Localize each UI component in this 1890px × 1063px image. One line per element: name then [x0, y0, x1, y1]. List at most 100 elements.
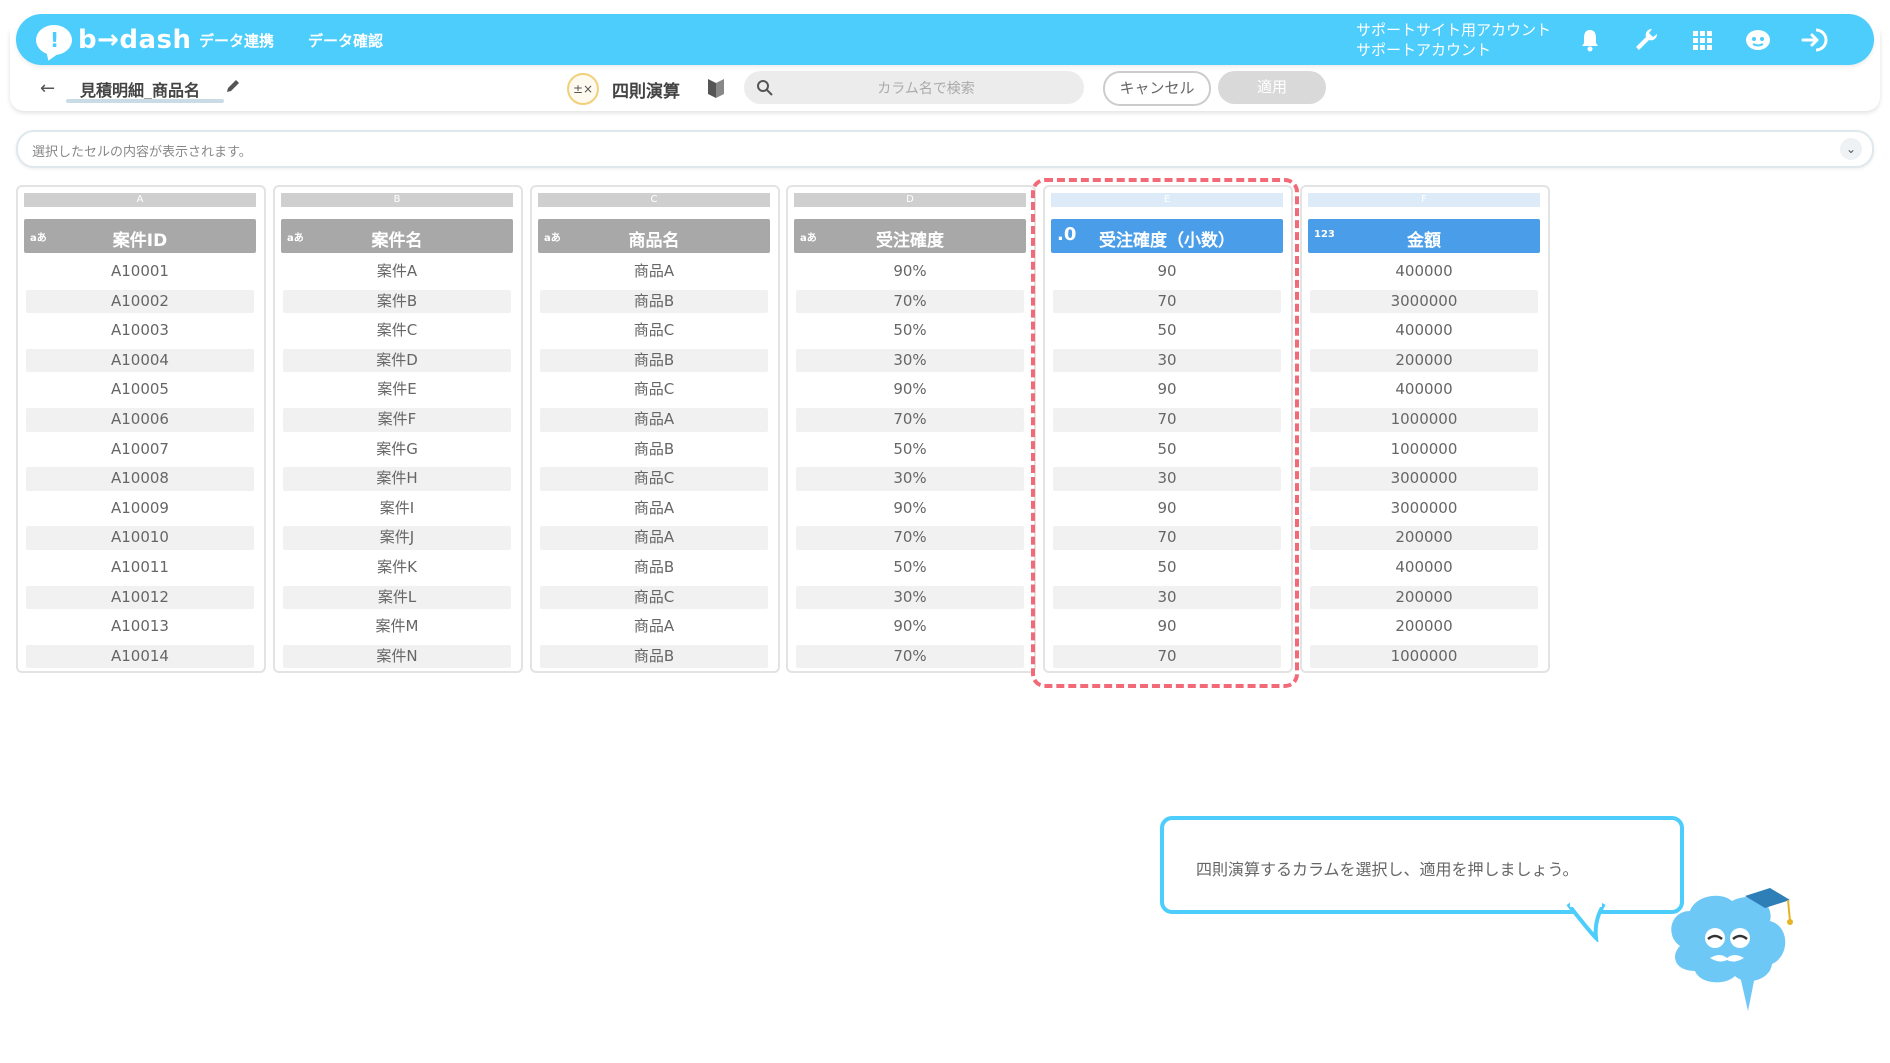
pencil-icon[interactable] — [224, 77, 242, 95]
table-cell[interactable]: 30% — [796, 348, 1024, 373]
table-cell[interactable]: 90% — [796, 497, 1024, 521]
table-cell[interactable]: 3000000 — [1310, 497, 1538, 521]
table-cell[interactable]: 案件G — [283, 438, 511, 462]
table-cell[interactable]: A10006 — [26, 407, 254, 432]
cell-content-bar[interactable]: 選択したセルの内容が表示されます。 ⌄ — [16, 130, 1874, 168]
table-cell[interactable]: 70% — [796, 289, 1024, 314]
table-cell[interactable]: 30% — [796, 585, 1024, 610]
table-cell[interactable]: 200000 — [1310, 526, 1538, 550]
table-cell[interactable]: A10001 — [26, 260, 254, 284]
table-cell[interactable]: 70% — [796, 644, 1024, 669]
table-cell[interactable]: A10010 — [26, 526, 254, 550]
table-cell[interactable]: 400000 — [1310, 556, 1538, 580]
cancel-button[interactable]: キャンセル — [1103, 71, 1211, 106]
table-cell[interactable]: 案件N — [283, 644, 511, 669]
wrench-icon[interactable] — [1630, 24, 1662, 56]
apps-grid-icon[interactable] — [1686, 24, 1718, 56]
apply-button[interactable]: 適用 — [1218, 71, 1326, 104]
table-cell[interactable]: A10009 — [26, 497, 254, 521]
table-cell[interactable]: 案件M — [283, 615, 511, 639]
table-cell[interactable]: 50% — [796, 319, 1024, 343]
table-cell[interactable]: 案件K — [283, 556, 511, 580]
table-cell[interactable]: 商品B — [540, 644, 768, 669]
column-a[interactable]: Aaあ 案件ID A10001 A10002 A10003 A10004 A10005 A10… — [16, 185, 266, 673]
column-f[interactable]: F 123 金額 400000 3000000 400000 200000 400000 100… — [1300, 185, 1550, 673]
column-header[interactable]: aあ 商品名 — [538, 219, 770, 253]
table-cell[interactable]: 案件F — [283, 407, 511, 432]
column-search[interactable] — [744, 71, 1084, 106]
search-icon — [757, 80, 773, 96]
table-cell[interactable]: A10013 — [26, 615, 254, 639]
table-cell[interactable]: 商品B — [540, 556, 768, 580]
table-cell[interactable]: 案件D — [283, 348, 511, 373]
table-cell[interactable]: A10005 — [26, 378, 254, 402]
table-cell[interactable]: 50% — [796, 556, 1024, 580]
bell-icon[interactable] — [1574, 24, 1606, 56]
table-cell[interactable]: 200000 — [1310, 585, 1538, 610]
table-cell[interactable]: 30% — [796, 467, 1024, 491]
table-cell[interactable]: 1000000 — [1310, 438, 1538, 462]
table-cell[interactable]: 案件E — [283, 378, 511, 402]
table-cell[interactable]: 商品C — [540, 378, 768, 402]
table-cell[interactable]: A10003 — [26, 319, 254, 343]
table-cell[interactable]: 商品A — [540, 615, 768, 639]
table-cell[interactable]: 商品B — [540, 438, 768, 462]
table-cell[interactable]: 商品A — [540, 407, 768, 432]
table-cell[interactable]: 案件C — [283, 319, 511, 343]
back-arrow-icon[interactable]: ← — [40, 78, 55, 99]
table-name[interactable]: 見積明細_商品名 — [80, 77, 200, 101]
table-cell[interactable]: A10008 — [26, 467, 254, 491]
table-cell[interactable]: 商品A — [540, 497, 768, 521]
table-cell[interactable]: A10004 — [26, 348, 254, 373]
table-cell[interactable]: 400000 — [1310, 319, 1538, 343]
nav-data-link[interactable]: データ連携 — [199, 30, 274, 51]
table-cell[interactable]: 商品A — [540, 260, 768, 284]
chevron-down-icon[interactable]: ⌄ — [1840, 138, 1862, 160]
table-cell[interactable]: A10011 — [26, 556, 254, 580]
table-cell[interactable]: 商品A — [540, 526, 768, 550]
table-cell[interactable]: 案件L — [283, 585, 511, 610]
table-cell[interactable]: 案件J — [283, 526, 511, 550]
table-cell[interactable]: 商品C — [540, 585, 768, 610]
table-cell[interactable]: 1000000 — [1310, 407, 1538, 432]
table-cell[interactable]: 70% — [796, 407, 1024, 432]
table-cell[interactable]: A10007 — [26, 438, 254, 462]
table-cell[interactable]: 200000 — [1310, 615, 1538, 639]
column-d[interactable]: Daあ 受注確度 90% 70% 50% 30% 90% 70% 50% 30% 90% 70% 50%… — [786, 185, 1036, 673]
table-cell[interactable]: 90% — [796, 260, 1024, 284]
beginner-mark-icon[interactable] — [706, 76, 726, 100]
table-cell[interactable]: 200000 — [1310, 348, 1538, 373]
table-cell[interactable]: 400000 — [1310, 378, 1538, 402]
account-info[interactable]: サポートサイト用アカウント サポートアカウント — [1356, 20, 1551, 60]
table-cell[interactable]: A10014 — [26, 644, 254, 669]
app-logo[interactable]: ! b→dash — [36, 23, 192, 57]
table-cell[interactable]: 商品C — [540, 319, 768, 343]
column-header[interactable]: aあ 案件ID — [24, 219, 256, 253]
column-c[interactable]: Caあ 商品名 商品A 商品B 商品C 商品B 商品C 商品A 商品B 商品C 商品A 商品A 商品B 商… — [530, 185, 780, 673]
table-cell[interactable]: 商品B — [540, 289, 768, 314]
table-cell[interactable]: 1000000 — [1310, 644, 1538, 669]
table-cell[interactable]: 50% — [796, 438, 1024, 462]
table-cell[interactable]: A10012 — [26, 585, 254, 610]
table-cell[interactable]: 案件I — [283, 497, 511, 521]
table-cell[interactable]: 案件H — [283, 467, 511, 491]
support-mascot-icon[interactable] — [1742, 24, 1774, 56]
column-header[interactable]: aあ 受注確度 — [794, 219, 1026, 253]
table-cell[interactable]: 90% — [796, 615, 1024, 639]
table-cell[interactable]: 案件A — [283, 260, 511, 284]
table-cell[interactable]: 案件B — [283, 289, 511, 314]
table-cell[interactable]: 商品B — [540, 348, 768, 373]
column-header[interactable]: aあ 案件名 — [281, 219, 513, 253]
table-cell[interactable]: 3000000 — [1310, 467, 1538, 491]
nav-data-check[interactable]: データ確認 — [308, 30, 383, 51]
table-cell[interactable]: A10002 — [26, 289, 254, 314]
column-header[interactable]: 123 金額 — [1308, 219, 1540, 253]
column-b[interactable]: Baあ 案件名 案件A 案件B 案件C 案件D 案件E 案件F 案件G 案件H 案件I 案件J 案件K 案… — [273, 185, 523, 673]
table-cell[interactable]: 400000 — [1310, 260, 1538, 284]
table-cell[interactable]: 3000000 — [1310, 289, 1538, 314]
table-cell[interactable]: 90% — [796, 378, 1024, 402]
table-cell[interactable]: 70% — [796, 526, 1024, 550]
logout-icon[interactable] — [1798, 24, 1830, 56]
search-input[interactable] — [784, 71, 1068, 106]
table-cell[interactable]: 商品C — [540, 467, 768, 491]
